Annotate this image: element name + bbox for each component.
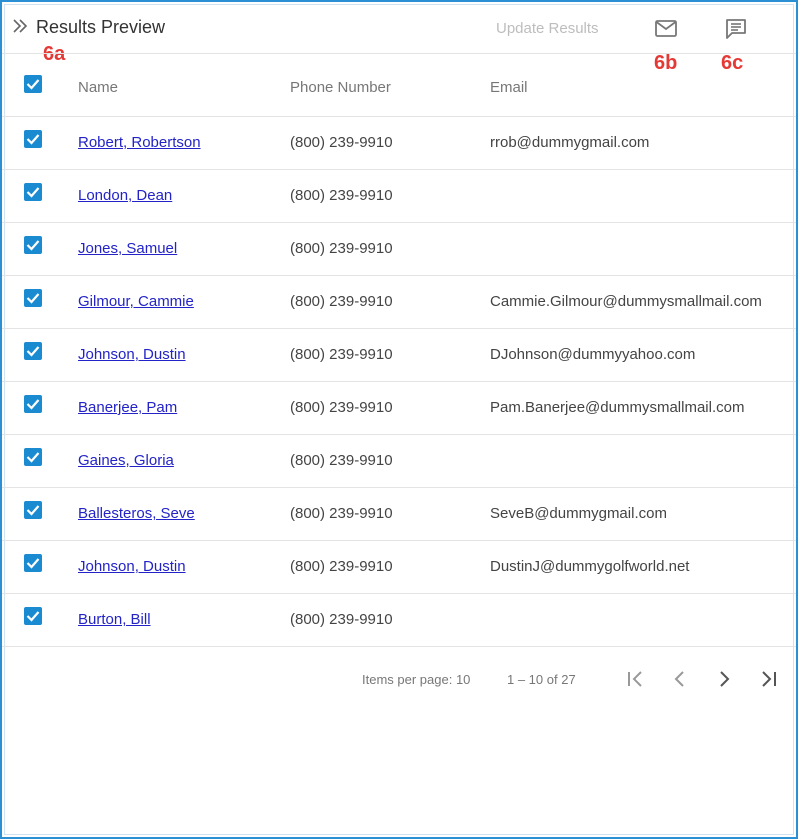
previous-page-icon[interactable] [668,667,692,691]
phone-number: (800) 239-9910 [290,505,393,522]
phone-number: (800) 239-9910 [290,611,393,628]
table-header-row: Name Phone Number Email [2,53,796,117]
checkmark-icon [26,452,40,463]
double-chevron-right-icon[interactable] [11,18,29,34]
email-address: SeveB@dummygmail.com [490,505,667,522]
page-title: Results Preview [36,17,166,37]
email-address: Cammie.Gilmour@dummysmallmail.com [490,293,762,310]
row-checkbox[interactable] [24,395,42,413]
email-address: DustinJ@dummygolfworld.net [490,558,690,575]
contact-name-link[interactable]: Gaines, Gloria [78,452,174,469]
contact-name-link[interactable]: Gilmour, Cammie [78,293,194,310]
contact-name-link[interactable]: Burton, Bill [78,611,151,628]
table-body: Robert, Robertson (800) 239-9910 rrob@dumm… [2,117,796,647]
checkmark-icon [26,134,40,145]
row-checkbox[interactable] [24,236,42,254]
row-checkbox[interactable] [24,342,42,360]
next-page-icon[interactable] [712,667,736,691]
checkmark-icon [26,399,40,410]
email-address: DJohnson@dummyyahoo.com [490,346,696,363]
row-checkbox[interactable] [24,130,42,148]
mail-icon[interactable] [654,19,678,39]
checkmark-icon [26,505,40,516]
column-header-name[interactable]: Name [78,79,118,96]
column-header-phone[interactable]: Phone Number [290,79,391,96]
checkmark-icon [26,346,40,357]
contact-name-link[interactable]: London, Dean [78,187,172,204]
phone-number: (800) 239-9910 [290,134,393,151]
phone-number: (800) 239-9910 [290,452,393,469]
phone-number: (800) 239-9910 [290,293,393,310]
row-checkbox[interactable] [24,501,42,519]
table-row: Gaines, Gloria (800) 239-9910 [2,435,796,488]
row-checkbox[interactable] [24,448,42,466]
table-row: Jones, Samuel (800) 239-9910 [2,223,796,276]
last-page-icon[interactable] [756,667,780,691]
table-row: Banerjee, Pam (800) 239-9910 Pam.Banerjee@… [2,382,796,435]
items-per-page-select[interactable]: Items per page: 10 [362,672,470,687]
phone-number: (800) 239-9910 [290,187,393,204]
row-checkbox[interactable] [24,554,42,572]
table-row: Johnson, Dustin (800) 239-9910 DJohnson@du… [2,329,796,382]
column-header-email[interactable]: Email [490,79,528,96]
update-results-button[interactable]: Update Results [496,20,599,37]
page-range-label: 1 – 10 of 27 [507,672,576,687]
table-row: Burton, Bill (800) 239-9910 [2,594,796,647]
phone-number: (800) 239-9910 [290,399,393,416]
paginator: Items per page: 10 1 – 10 of 27 [2,655,796,699]
phone-number: (800) 239-9910 [290,558,393,575]
checkmark-icon [26,187,40,198]
checkmark-icon [26,240,40,251]
checkmark-icon [26,293,40,304]
phone-number: (800) 239-9910 [290,240,393,257]
contact-name-link[interactable]: Robert, Robertson [78,134,201,151]
chat-icon[interactable] [724,18,748,40]
contact-name-link[interactable]: Banerjee, Pam [78,399,177,416]
checkmark-icon [26,611,40,622]
panel-header: Results Preview Update Results [2,2,796,52]
phone-number: (800) 239-9910 [290,346,393,363]
select-all-checkbox[interactable] [24,75,42,93]
table-row: Robert, Robertson (800) 239-9910 rrob@dumm… [2,117,796,170]
table-row: Ballesteros, Seve (800) 239-9910 SeveB@dum… [2,488,796,541]
table-row: London, Dean (800) 239-9910 [2,170,796,223]
results-preview-panel: Results Preview Update Results 6a 6b 6c … [0,0,798,839]
row-checkbox[interactable] [24,607,42,625]
email-address: Pam.Banerjee@dummysmallmail.com [490,399,745,416]
contact-name-link[interactable]: Johnson, Dustin [78,558,186,575]
contact-name-link[interactable]: Jones, Samuel [78,240,177,257]
contact-name-link[interactable]: Ballesteros, Seve [78,505,195,522]
contact-name-link[interactable]: Johnson, Dustin [78,346,186,363]
row-checkbox[interactable] [24,289,42,307]
table-row: Gilmour, Cammie (800) 239-9910 Cammie.Gilm… [2,276,796,329]
checkmark-icon [26,558,40,569]
first-page-icon[interactable] [624,667,648,691]
email-address: rrob@dummygmail.com [490,134,650,151]
row-checkbox[interactable] [24,183,42,201]
table-row: Johnson, Dustin (800) 239-9910 DustinJ@dum… [2,541,796,594]
checkmark-icon [26,79,40,90]
results-table: Name Phone Number Email Robert, Robertso… [2,53,796,647]
